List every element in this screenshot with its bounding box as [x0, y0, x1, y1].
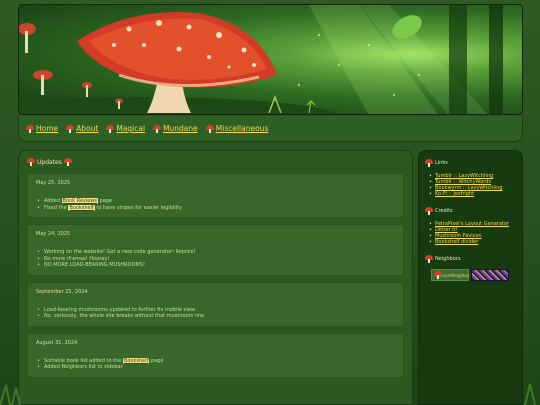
updates-title: Updates: [37, 158, 62, 166]
updates-heading: Updates: [19, 151, 412, 173]
update-text: Sortable book list added to the: [44, 357, 123, 364]
page: Home About Magical Mundane Miscellaneous…: [0, 0, 540, 405]
credit-item: Bookshelf divider: [429, 239, 516, 245]
bookshelf-link[interactable]: Bookshelf: [68, 204, 95, 211]
nav-magical-label[interactable]: Magical: [116, 124, 145, 133]
update-list: Working on the website! Got a new code g…: [36, 249, 395, 269]
mushroom-icon: [27, 158, 35, 166]
nav-home[interactable]: Home: [26, 124, 58, 133]
credits-heading: Credits: [425, 207, 516, 215]
update-line: No, seriously, the whole site breaks wit…: [36, 313, 395, 320]
nav-home-label[interactable]: Home: [36, 124, 58, 133]
mushroom-icon: [63, 158, 72, 166]
update-date: May 24, 2025: [36, 231, 71, 237]
update-entry: August 31, 2024 Sortable book list added…: [27, 332, 404, 378]
neighbors-title: Neighbors: [435, 256, 461, 262]
links-list: Tumblr :: LazyWitchling Tumblr :: Witchy…: [425, 173, 516, 197]
nav-magical[interactable]: Magical: [106, 124, 145, 133]
update-entry: September 25, 2024 Load-bearing mushroom…: [27, 281, 404, 327]
update-line: NO MORE LOAD-BEARING MUSHROOMS!: [36, 262, 395, 269]
update-text: Added: [44, 198, 62, 204]
mushroom-icon: [205, 124, 214, 133]
nav-about-label[interactable]: About: [76, 124, 98, 133]
mushroom-icon: [425, 255, 433, 263]
kofi-link[interactable]: Ko-Fi :: Jesfright: [435, 191, 474, 197]
updates-panel: Updates May 25, 2025 Added Book Reviews …: [18, 150, 413, 405]
neighbor-badges: ShroomNeighbor: [425, 269, 516, 281]
credits-title: Credits: [435, 208, 453, 214]
sidebar-link: Ko-Fi :: Jesfright: [429, 191, 516, 197]
book-reviews-link[interactable]: Book Reviews: [61, 198, 99, 204]
navigation-bar: Home About Magical Mundane Miscellaneous: [18, 116, 523, 142]
update-date: August 31, 2024: [36, 339, 78, 346]
update-list: Load-bearing mushrooms updated to furthe…: [36, 307, 395, 320]
nav-miscellaneous-label[interactable]: Miscellaneous: [216, 124, 269, 133]
mushroom-icon: [106, 124, 115, 133]
neighbor-badge-2[interactable]: [471, 269, 509, 281]
update-date: May 25, 2025: [36, 180, 71, 186]
bookshelf-divider-link[interactable]: Bookshelf divider: [435, 239, 478, 245]
update-list: Sortable book list added to the Bookshel…: [36, 357, 395, 371]
neighbor-badge-1[interactable]: ShroomNeighbor: [431, 269, 470, 281]
update-text: Fixed the: [44, 204, 69, 211]
mushroom-icon: [26, 124, 34, 133]
background-plants: [0, 383, 536, 405]
update-date: September 25, 2024: [36, 288, 88, 295]
update-entry: May 25, 2025 Added Book Reviews page Fix…: [27, 173, 404, 218]
neighbors-heading: Neighbors: [425, 255, 516, 263]
update-text: page: [98, 198, 113, 204]
mushroom-icon: [66, 124, 75, 133]
credits-list: PetraPixel's Layout Generator Dither It!…: [425, 221, 516, 245]
update-text: page: [149, 357, 164, 364]
nav-mundane[interactable]: Mundane: [153, 124, 198, 133]
update-text: to have stripes for easier legibility: [94, 204, 182, 211]
sidebar: Links Tumblr :: LazyWitchling Tumblr :: …: [418, 150, 523, 405]
mushroom-icon: [153, 124, 162, 133]
mushroom-icon: [425, 159, 433, 167]
mushroom-icon: [425, 207, 433, 215]
nav-about[interactable]: About: [66, 124, 98, 133]
update-line: Added Neighbors list to sidebar: [36, 364, 395, 371]
header-banner-image: [18, 4, 523, 115]
update-line: Fixed the Bookshelf to have stripes for …: [36, 204, 395, 212]
update-list: Added Book Reviews page Fixed the Booksh…: [36, 198, 395, 211]
nav-mundane-label[interactable]: Mundane: [163, 124, 198, 133]
nav-miscellaneous[interactable]: Miscellaneous: [205, 124, 269, 133]
bookshelf-link[interactable]: Bookshelf: [122, 357, 150, 364]
links-heading: Links: [425, 159, 516, 167]
update-entry: May 24, 2025 Working on the website! Got…: [27, 224, 404, 276]
links-title: Links: [435, 160, 448, 166]
